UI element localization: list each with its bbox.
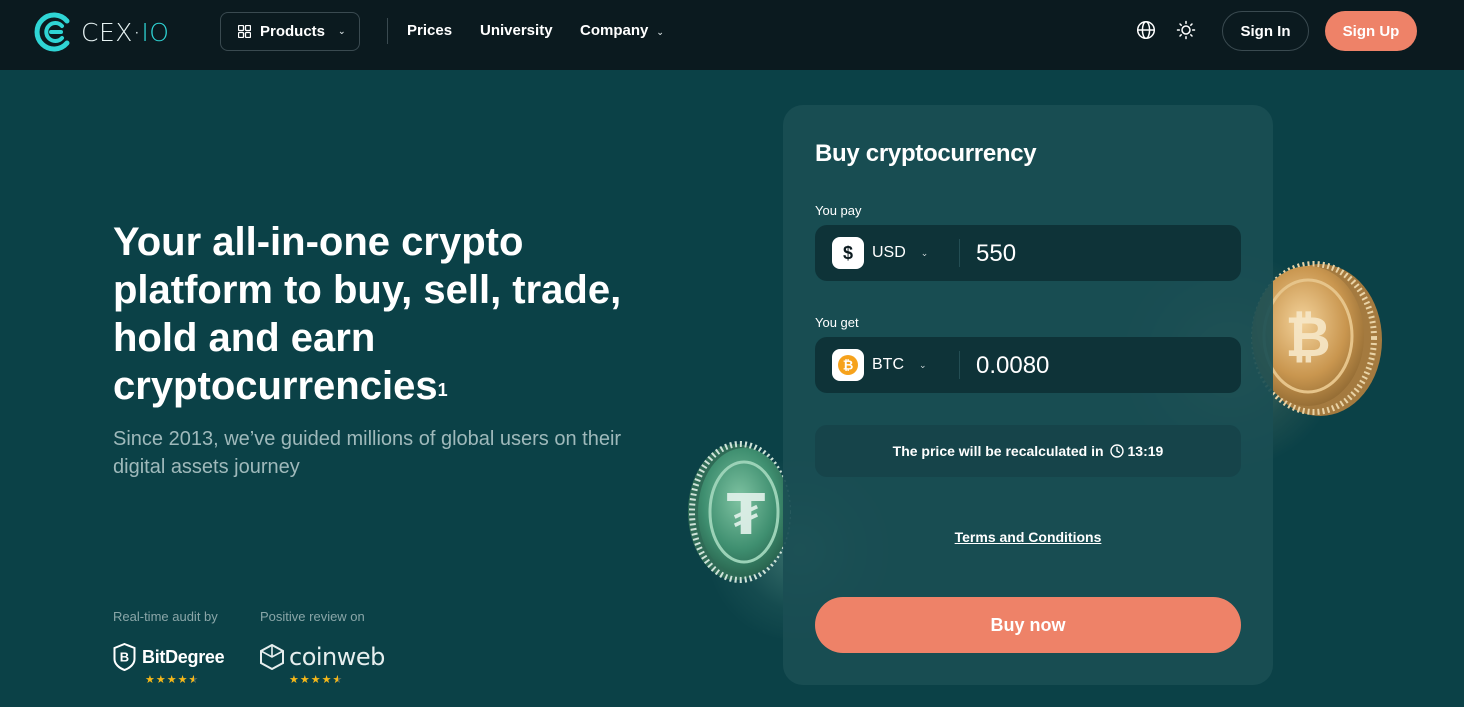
- terms-link[interactable]: Terms and Conditions: [783, 529, 1273, 545]
- coinweb-wordmark: coinweb: [289, 643, 385, 671]
- buy-now-button[interactable]: Buy now: [815, 597, 1241, 653]
- sign-in-button[interactable]: Sign In: [1222, 11, 1309, 51]
- nav-link-university[interactable]: University: [480, 22, 553, 39]
- globe-icon[interactable]: [1136, 20, 1158, 42]
- you-get-field: ₿ BTC ⌄: [815, 337, 1241, 393]
- review-label: Positive review on: [260, 609, 365, 624]
- svg-text:₿: ₿: [1285, 305, 1331, 370]
- nav-divider: [387, 18, 388, 44]
- tether-coin-icon: ₮: [688, 441, 791, 583]
- svg-text:₮: ₮: [727, 483, 766, 548]
- nav-link-company-label: Company: [580, 22, 649, 39]
- products-label: Products: [260, 23, 326, 40]
- cex-io-logo[interactable]: CEX·IO: [33, 12, 169, 52]
- you-pay-label: You pay: [815, 203, 862, 218]
- you-pay-field: $ USD ⌄: [815, 225, 1241, 281]
- card-title: Buy cryptocurrency: [815, 140, 1037, 167]
- bitdegree-rating-stars: ★★★★★★: [145, 674, 200, 686]
- bitdegree-shield-icon: B: [113, 643, 136, 671]
- dollar-icon: $: [832, 237, 864, 269]
- coinweb-rating-stars: ★★★★★★: [289, 674, 344, 686]
- logo-wordmark: CEX·IO: [81, 17, 170, 47]
- you-get-label: You get: [815, 315, 859, 330]
- hero-title-footnote[interactable]: 1: [438, 380, 448, 400]
- bitdegree-logo[interactable]: B BitDegree: [113, 643, 225, 671]
- price-recalc-notice: The price will be recalculated in 13:19: [815, 425, 1241, 477]
- svg-text:₿: ₿: [843, 359, 854, 374]
- nav-link-prices[interactable]: Prices: [407, 22, 452, 39]
- cex-logo-icon: [34, 12, 70, 52]
- audit-label: Real-time audit by: [113, 609, 218, 624]
- sign-up-button[interactable]: Sign Up: [1325, 11, 1417, 51]
- hero-subtitle: Since 2013, we’ve guided millions of glo…: [113, 428, 622, 478]
- chevron-down-icon: ⌄: [919, 359, 927, 370]
- products-menu-button[interactable]: Products ⌄: [220, 12, 360, 51]
- get-currency-select[interactable]: ₿ BTC ⌄: [832, 349, 927, 381]
- field-divider: [959, 239, 960, 267]
- chevron-down-icon: ⌄: [338, 26, 346, 36]
- pay-currency-select[interactable]: $ USD ⌄: [832, 237, 928, 269]
- get-currency-code: BTC: [872, 356, 904, 373]
- hero-title: Your all-in-one crypto platform to buy, …: [113, 218, 633, 410]
- svg-text:B: B: [120, 650, 129, 665]
- recalc-text: The price will be recalculated in: [892, 443, 1104, 459]
- chevron-down-icon: ⌄: [920, 247, 929, 258]
- get-amount-input[interactable]: [976, 352, 1216, 380]
- top-navigation: CEX·IO Products ⌄ Prices University Comp…: [0, 0, 1464, 70]
- field-divider: [959, 351, 960, 379]
- clock-icon: [1109, 444, 1124, 458]
- coinweb-cube-icon: [260, 644, 284, 670]
- recalc-timer: 13:19: [1127, 443, 1164, 459]
- chevron-down-icon: ⌄: [656, 27, 664, 37]
- bitdegree-wordmark: BitDegree: [142, 646, 225, 667]
- coinweb-logo[interactable]: coinweb: [260, 643, 385, 671]
- grid-icon: [238, 25, 251, 38]
- buy-crypto-card: Buy cryptocurrency You pay $ USD ⌄ You g…: [783, 105, 1273, 685]
- nav-link-company[interactable]: Company ⌄: [580, 22, 664, 39]
- hero-title-text: Your all-in-one crypto platform to buy, …: [113, 220, 622, 408]
- pay-amount-input[interactable]: [976, 240, 1216, 268]
- pay-currency-code: USD: [872, 244, 906, 261]
- bitcoin-icon: ₿: [832, 349, 864, 381]
- sun-icon[interactable]: [1176, 20, 1198, 42]
